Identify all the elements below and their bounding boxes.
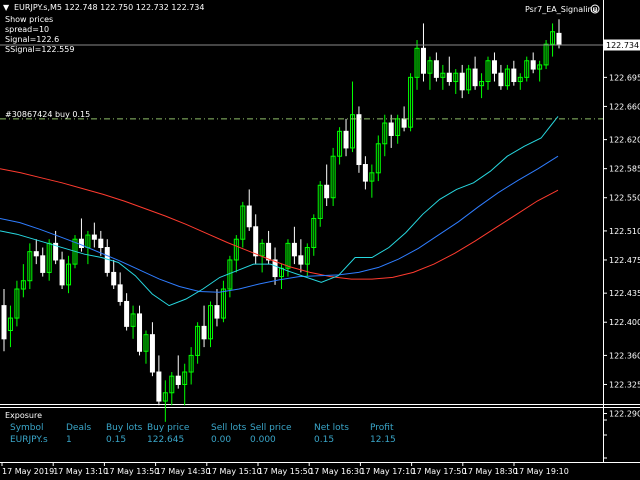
price-tick-label: 122.435: [609, 289, 640, 298]
candle-body: [472, 68, 478, 87]
candle-body: [324, 184, 330, 199]
time-tick-label: 17 May 17:10: [360, 467, 415, 476]
candle-body: [137, 313, 143, 352]
chart-symbol-quote: EURJPY.s,M5 122.748 122.750 122.732 122.…: [14, 3, 205, 12]
exposure-header-net-lots: Net lots: [314, 423, 349, 433]
price-tick-label: 122.660: [609, 102, 640, 111]
exposure-header-profit: Profit: [370, 423, 394, 433]
candle-body: [201, 325, 207, 340]
time-tick-label: 17 May 13:10: [53, 467, 108, 476]
candle-body: [78, 238, 84, 249]
exposure-buy-price: 122.645: [147, 435, 184, 445]
exposure-header-buy-lots: Buy lots: [106, 423, 143, 433]
price-tick-label: 122.695: [609, 73, 640, 82]
info-line-show-prices: Show prices: [5, 15, 53, 24]
candle-body: [149, 334, 155, 373]
exposure-symbol: EURJPY.s: [10, 435, 48, 445]
candle-body: [91, 234, 97, 240]
info-line-signal: Signal=122.6: [5, 35, 59, 44]
time-tick-label: 17 May 15:50: [258, 467, 313, 476]
price-tick-label: 122.510: [609, 227, 640, 236]
candle-body: [291, 242, 297, 257]
candle-body: [98, 238, 104, 249]
exposure-sell-price: 0.000: [250, 435, 276, 445]
candle-body: [401, 118, 407, 128]
candle-body: [266, 242, 272, 261]
candles-layer: [1, 19, 562, 422]
exposure-net-lots: 0.15: [314, 435, 334, 445]
indicator-name: Psr7_EA_Signaline: [525, 5, 598, 14]
moving-averages-layer: [0, 116, 559, 307]
candle-body: [124, 300, 130, 327]
time-tick-label: 17 May 17:50: [412, 467, 467, 476]
candle-body: [33, 251, 39, 257]
price-tick-label: 122.585: [609, 165, 640, 174]
price-tick-label: 122.360: [609, 351, 640, 360]
candle-body: [117, 284, 123, 302]
candle-body: [446, 72, 452, 83]
candle-body: [491, 60, 497, 74]
exposure-header-sell-price: Sell price: [250, 423, 292, 433]
exposure-header-symbol: Symbol: [10, 423, 44, 433]
time-tick-label: 17 May 13:50: [104, 467, 159, 476]
exposure-header-deals: Deals: [66, 423, 91, 433]
candle-body: [356, 114, 362, 166]
exposure-header-sell-lots: Sell lots: [211, 423, 247, 433]
price-axis: 122.695 122.660 122.620 122.585 122.550 122.5…: [603, 73, 640, 419]
candle-body: [530, 60, 536, 70]
dropdown-arrow-icon[interactable]: ▼: [3, 3, 10, 12]
candle-body: [459, 72, 465, 91]
exposure-buy-lots: 0.15: [106, 435, 126, 445]
exposure-title: Exposure: [5, 411, 42, 420]
candle-body: [246, 205, 252, 228]
candle-body: [420, 47, 426, 74]
price-tick-label: 122.325: [609, 380, 640, 389]
candle-body: [362, 164, 368, 182]
time-tick-label: 17 May 14:30: [156, 467, 211, 476]
time-tick-label: 17 May 19:10: [514, 467, 569, 476]
candle-body: [1, 305, 7, 340]
candle-body: [59, 259, 65, 286]
candle-body: [556, 32, 562, 46]
price-tick-label: 122.620: [609, 136, 640, 145]
price-tick-label: 122.400: [609, 318, 640, 327]
ma-red-line: [0, 168, 559, 280]
price-tick-label: 122.475: [609, 256, 640, 265]
candle-body: [343, 130, 349, 149]
price-chart[interactable]: 122.695 122.660 122.620 122.585 122.550 122.5…: [0, 0, 640, 480]
candle-body: [511, 68, 517, 83]
price-tag-text: 122.734: [606, 41, 639, 50]
candle-body: [433, 60, 439, 78]
ma-cyan-line: [0, 116, 559, 307]
candle-body: [388, 122, 394, 136]
time-tick-label: 17 May 15:10: [207, 467, 262, 476]
candle-body: [272, 259, 278, 278]
price-tick-label: 122.550: [609, 194, 640, 203]
info-line-ssignal: SSignal=122.559: [5, 45, 74, 54]
time-tick-label: 17 May 18:30: [463, 467, 518, 476]
time-tick-label: 17 May 16:30: [309, 467, 364, 476]
price-tag: 122.734: [604, 39, 640, 51]
candle-body: [40, 255, 46, 273]
candle-body: [175, 375, 181, 385]
price-tick-label: 122.290: [609, 410, 640, 419]
candle-body: [298, 255, 304, 265]
info-line-spread: spread=10: [5, 25, 49, 34]
exposure-profit: 12.15: [370, 435, 396, 445]
candle-body: [253, 226, 259, 257]
candle-body: [214, 305, 220, 319]
candle-body: [111, 271, 117, 286]
order-label: #30867424 buy 0.15: [5, 110, 90, 119]
exposure-header-buy-price: Buy price: [147, 423, 190, 433]
exposure-deals: 1: [66, 435, 72, 445]
exposure-sell-lots: 0.00: [211, 435, 231, 445]
candle-body: [156, 371, 162, 402]
candle-body: [498, 72, 504, 87]
time-axis: 17 May 2019 17 May 13:1017 May 13:5017 Ma…: [1, 462, 569, 476]
time-tick-label: 17 May 2019: [2, 467, 54, 476]
